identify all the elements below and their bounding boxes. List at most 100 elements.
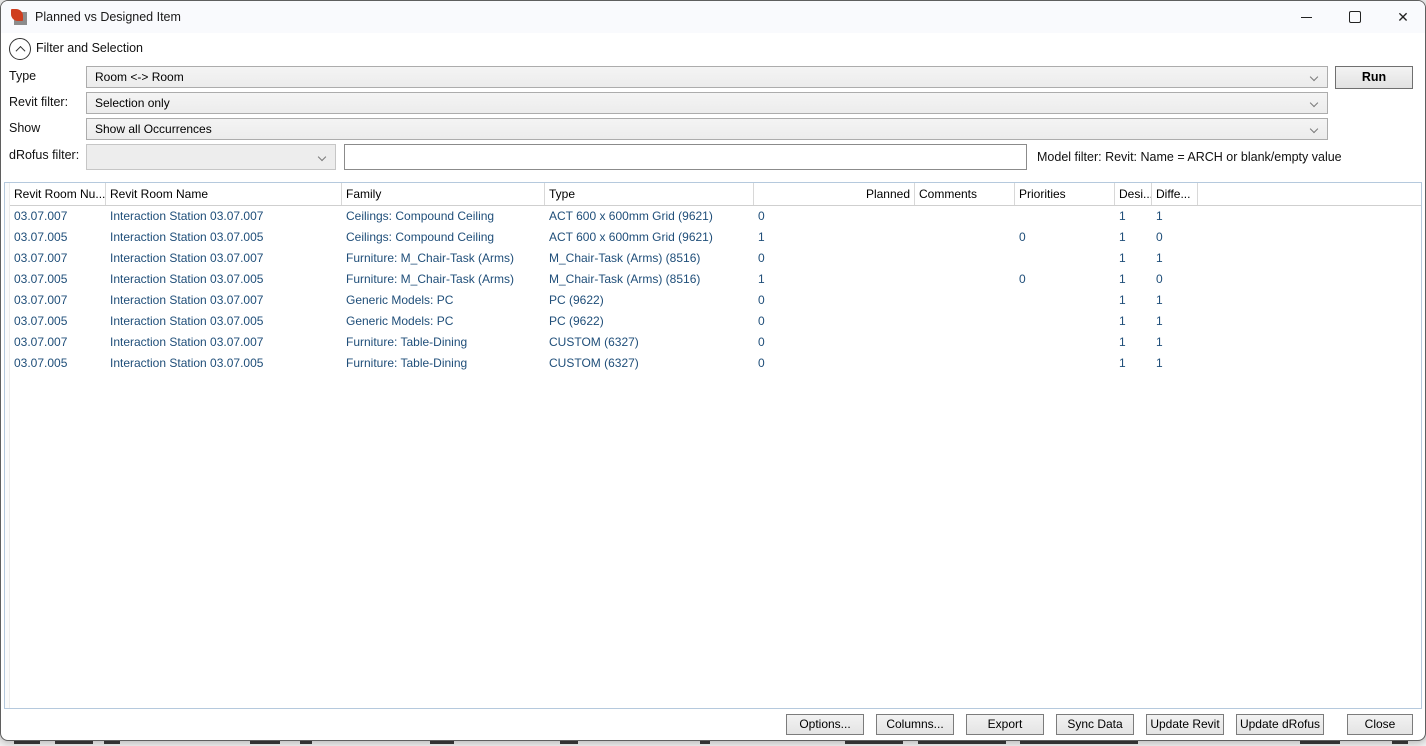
- table-row[interactable]: 03.07.005 Interaction Station 03.07.005 …: [10, 311, 1421, 332]
- table-row[interactable]: 03.07.005 Interaction Station 03.07.005 …: [10, 269, 1421, 290]
- cell-type: PC (9622): [545, 311, 754, 332]
- update-drofus-button[interactable]: Update dRofus: [1236, 714, 1324, 735]
- cell-planned: 0: [754, 311, 915, 332]
- table-row[interactable]: 03.07.005 Interaction Station 03.07.005 …: [10, 353, 1421, 374]
- cell-designed: 1: [1115, 311, 1152, 332]
- cell-designed: 1: [1115, 332, 1152, 353]
- planned-vs-designed-dialog: Planned vs Designed Item ✕ Filter and Se…: [0, 0, 1426, 741]
- table-row[interactable]: 03.07.007 Interaction Station 03.07.007 …: [10, 206, 1421, 227]
- cell-room-name: Interaction Station 03.07.005: [106, 353, 342, 374]
- cell-planned: 1: [754, 227, 915, 248]
- model-filter-note: Model filter: Revit: Name = ARCH or blan…: [1037, 150, 1342, 164]
- options-button[interactable]: Options...: [786, 714, 864, 735]
- drofus-filter-label: dRofus filter:: [9, 148, 79, 162]
- cell-difference: 1: [1152, 248, 1198, 269]
- column-header-family[interactable]: Family: [342, 183, 545, 205]
- column-header-difference[interactable]: Diffe...: [1152, 183, 1198, 205]
- cell-family: Ceilings: Compound Ceiling: [342, 206, 545, 227]
- cell-room-number: 03.07.005: [10, 227, 106, 248]
- column-header-planned[interactable]: Planned: [754, 183, 915, 205]
- table-row[interactable]: 03.07.005 Interaction Station 03.07.005 …: [10, 227, 1421, 248]
- show-dropdown[interactable]: Show all Occurrences: [86, 118, 1328, 140]
- cell-type: CUSTOM (6327): [545, 353, 754, 374]
- column-header-type[interactable]: Type: [545, 183, 754, 205]
- type-dropdown-value: Room <-> Room: [87, 70, 1311, 84]
- cell-priorities: 0: [1015, 269, 1115, 290]
- revit-filter-label: Revit filter:: [9, 95, 68, 109]
- cell-room-name: Interaction Station 03.07.005: [106, 311, 342, 332]
- cell-planned: 0: [754, 248, 915, 269]
- app-icon: [11, 9, 27, 25]
- cell-room-name: Interaction Station 03.07.007: [106, 332, 342, 353]
- column-header-priorities[interactable]: Priorities: [1015, 183, 1115, 205]
- update-revit-button[interactable]: Update Revit: [1146, 714, 1224, 735]
- cell-room-name: Interaction Station 03.07.005: [106, 269, 342, 290]
- run-button[interactable]: Run: [1335, 66, 1413, 89]
- cell-type: M_Chair-Task (Arms) (8516): [545, 248, 754, 269]
- column-header-filler: [1198, 183, 1421, 205]
- revit-filter-dropdown[interactable]: Selection only: [86, 92, 1328, 114]
- chevron-down-icon: [318, 153, 326, 161]
- chevron-down-icon: [1310, 73, 1318, 81]
- close-icon: ✕: [1397, 9, 1409, 26]
- cell-designed: 1: [1115, 248, 1152, 269]
- drofus-filter-input[interactable]: [344, 144, 1027, 170]
- cell-family: Ceilings: Compound Ceiling: [342, 227, 545, 248]
- cell-planned: 0: [754, 206, 915, 227]
- cell-room-number: 03.07.005: [10, 353, 106, 374]
- cell-family: Generic Models: PC: [342, 290, 545, 311]
- chevron-down-icon: [1310, 125, 1318, 133]
- column-header-designed[interactable]: Desi...: [1115, 183, 1152, 205]
- close-button[interactable]: ✕: [1380, 1, 1426, 33]
- cell-room-name: Interaction Station 03.07.007: [106, 248, 342, 269]
- minimize-icon: [1301, 17, 1312, 18]
- title-bar[interactable]: Planned vs Designed Item ✕: [1, 1, 1425, 33]
- cell-priorities: 0: [1015, 227, 1115, 248]
- cell-room-number: 03.07.005: [10, 311, 106, 332]
- table-row[interactable]: 03.07.007 Interaction Station 03.07.007 …: [10, 248, 1421, 269]
- cell-family: Furniture: Table-Dining: [342, 332, 545, 353]
- cell-difference: 0: [1152, 269, 1198, 290]
- column-header-comments[interactable]: Comments: [915, 183, 1015, 205]
- collapse-filter-button[interactable]: [9, 38, 31, 60]
- cell-designed: 1: [1115, 353, 1152, 374]
- show-label: Show: [9, 121, 40, 135]
- table-row[interactable]: 03.07.007 Interaction Station 03.07.007 …: [10, 332, 1421, 353]
- cell-type: ACT 600 x 600mm Grid (9621): [545, 206, 754, 227]
- cell-room-number: 03.07.007: [10, 290, 106, 311]
- type-dropdown[interactable]: Room <-> Room: [86, 66, 1328, 88]
- cell-family: Furniture: M_Chair-Task (Arms): [342, 269, 545, 290]
- cell-difference: 1: [1152, 290, 1198, 311]
- cell-difference: 1: [1152, 353, 1198, 374]
- sync-data-button[interactable]: Sync Data: [1056, 714, 1134, 735]
- chevron-down-icon: [1310, 99, 1318, 107]
- cell-family: Generic Models: PC: [342, 311, 545, 332]
- cell-family: Furniture: M_Chair-Task (Arms): [342, 248, 545, 269]
- column-header-room-name[interactable]: Revit Room Name: [106, 183, 342, 205]
- cell-room-name: Interaction Station 03.07.005: [106, 227, 342, 248]
- cell-room-number: 03.07.007: [10, 206, 106, 227]
- filter-section-title: Filter and Selection: [36, 41, 143, 55]
- cell-planned: 0: [754, 290, 915, 311]
- cell-designed: 1: [1115, 290, 1152, 311]
- cell-room-name: Interaction Station 03.07.007: [106, 290, 342, 311]
- revit-filter-dropdown-value: Selection only: [87, 96, 1311, 110]
- cell-difference: 1: [1152, 332, 1198, 353]
- cell-type: ACT 600 x 600mm Grid (9621): [545, 227, 754, 248]
- minimize-button[interactable]: [1283, 1, 1329, 33]
- column-header-room-number[interactable]: Revit Room Nu...: [10, 183, 106, 205]
- table-row[interactable]: 03.07.007 Interaction Station 03.07.007 …: [10, 290, 1421, 311]
- grid-header-row: Revit Room Nu... Revit Room Name Family …: [10, 183, 1421, 206]
- close-dialog-button[interactable]: Close: [1347, 714, 1413, 735]
- cell-type: CUSTOM (6327): [545, 332, 754, 353]
- cell-designed: 1: [1115, 206, 1152, 227]
- cell-room-number: 03.07.005: [10, 269, 106, 290]
- cell-difference: 0: [1152, 227, 1198, 248]
- cell-designed: 1: [1115, 227, 1152, 248]
- drofus-filter-dropdown[interactable]: [86, 144, 336, 170]
- chevron-up-icon: [15, 45, 25, 55]
- export-button[interactable]: Export: [966, 714, 1044, 735]
- maximize-button[interactable]: [1332, 1, 1378, 33]
- columns-button[interactable]: Columns...: [876, 714, 954, 735]
- cell-type: M_Chair-Task (Arms) (8516): [545, 269, 754, 290]
